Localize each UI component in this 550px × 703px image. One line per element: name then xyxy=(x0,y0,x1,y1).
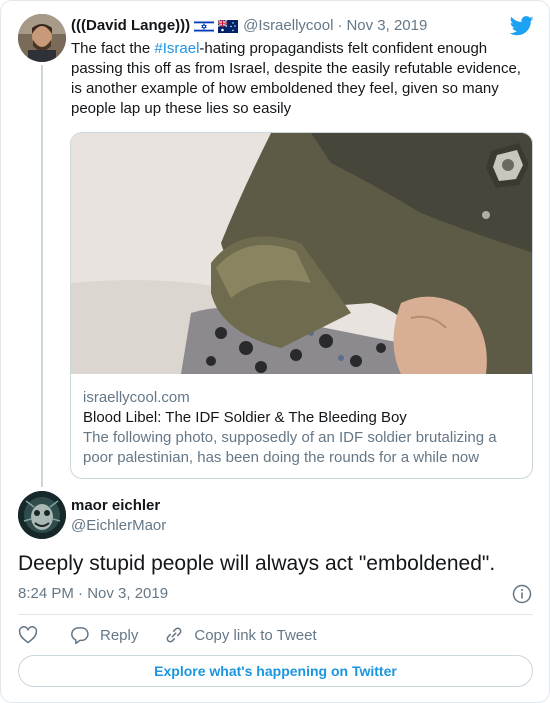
reply-button[interactable]: Reply xyxy=(70,625,138,645)
author-name[interactable]: maor eichler xyxy=(71,496,160,516)
divider xyxy=(18,614,533,615)
info-icon[interactable] xyxy=(512,584,532,604)
author-handle[interactable]: @EichlerMaor xyxy=(71,516,166,536)
tweet-text: The fact the #Israel-hating propagandist… xyxy=(71,40,521,117)
thread-line xyxy=(41,65,43,487)
israel-flag-icon xyxy=(194,19,215,33)
author-handle[interactable]: @Israellycool xyxy=(243,16,333,36)
link-icon xyxy=(166,627,182,643)
reply-label: Reply xyxy=(100,626,139,644)
reply-bubble-icon xyxy=(71,627,89,645)
link-title[interactable]: Blood Libel: The IDF Soldier & The Bleed… xyxy=(83,408,523,428)
hashtag-link[interactable]: #Israel xyxy=(154,40,199,57)
copy-link-button[interactable]: Copy link to Tweet xyxy=(164,625,317,645)
avatar[interactable] xyxy=(18,14,66,62)
link-preview-body: israellycool.com Blood Libel: The IDF So… xyxy=(83,388,523,468)
australia-flag-icon xyxy=(218,19,239,33)
twitter-bird-icon[interactable] xyxy=(510,15,534,37)
link-preview-image xyxy=(71,133,532,374)
tweet-actions: Reply Copy link to Tweet xyxy=(18,625,317,645)
tweet-embed-card: (((David Lange))) @Israellycool · Nov 3,… xyxy=(0,0,550,703)
separator: · xyxy=(337,17,343,34)
copy-link-label: Copy link to Tweet xyxy=(194,626,317,644)
heart-icon xyxy=(18,626,38,644)
link-preview-card[interactable]: israellycool.com Blood Libel: The IDF So… xyxy=(70,132,533,479)
like-button[interactable] xyxy=(18,625,38,645)
tweet-header: (((David Lange))) @Israellycool · Nov 3,… xyxy=(71,16,427,36)
tweet-timestamp[interactable]: 8:24 PM · Nov 3, 2019 xyxy=(18,584,168,604)
tweet-date[interactable]: Nov 3, 2019 xyxy=(346,16,427,36)
tweet-text: Deeply stupid people will always act "em… xyxy=(18,552,496,575)
link-domain: israellycool.com xyxy=(83,389,190,406)
author-name[interactable]: (((David Lange))) xyxy=(71,16,190,36)
explore-twitter-button[interactable]: Explore what's happening on Twitter xyxy=(18,655,533,687)
link-description: The following photo, supposedly of an ID… xyxy=(83,429,497,466)
avatar[interactable] xyxy=(18,491,66,539)
